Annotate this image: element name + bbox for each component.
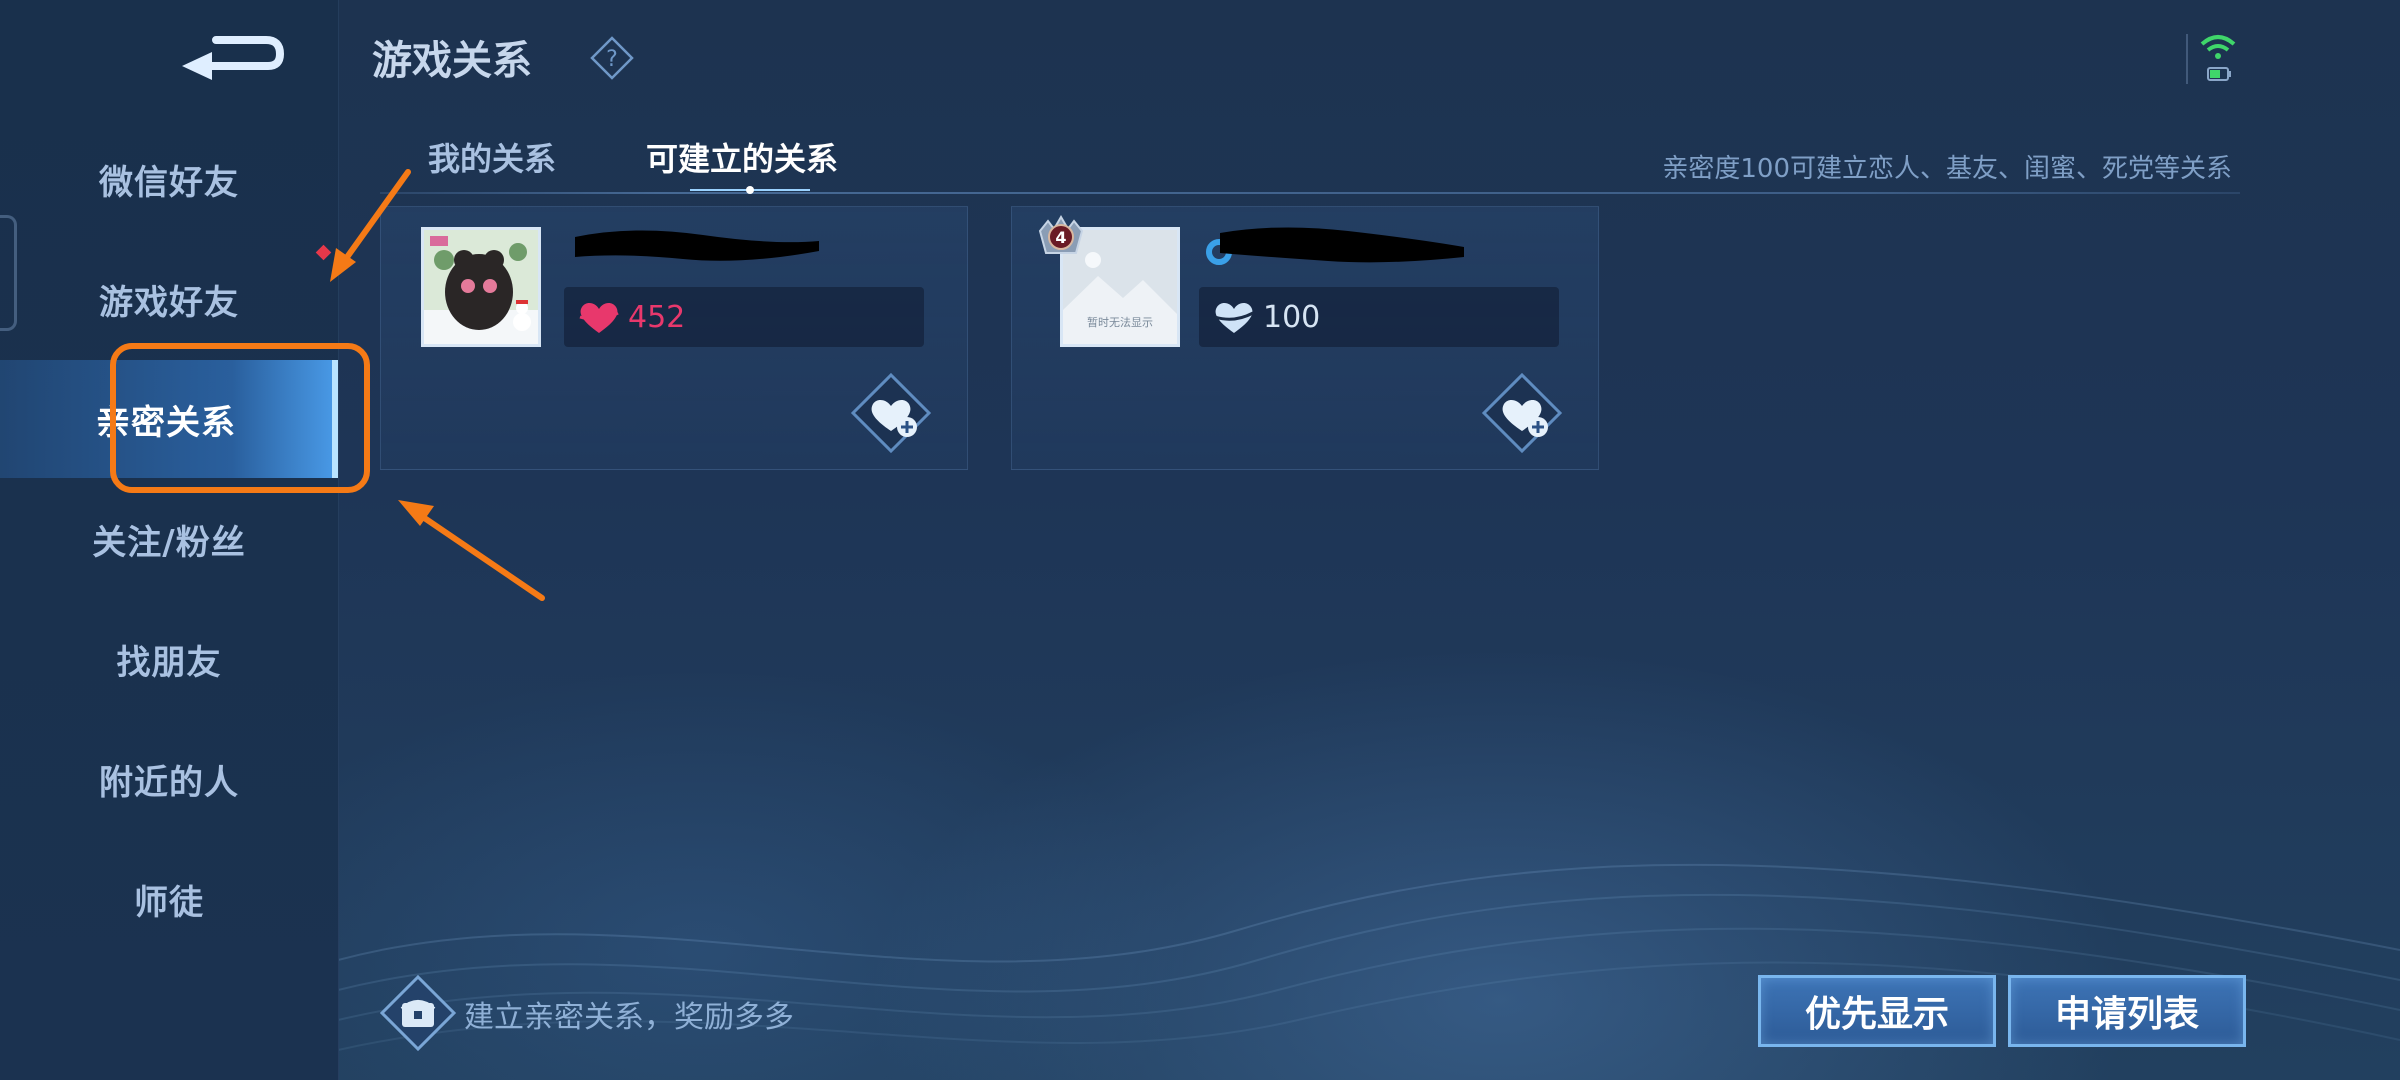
sidebar-item-follow-fans[interactable]: 关注/粉丝 xyxy=(0,480,338,598)
level-badge-icon: 4 xyxy=(1038,215,1084,254)
relation-card: 暂时无法显示 4 100 xyxy=(1011,206,1599,470)
active-tab-indicator xyxy=(690,186,810,194)
sidebar-item-label: 关注/粉丝 xyxy=(92,522,246,563)
avatar-image xyxy=(424,230,538,344)
page-title: 游戏关系 xyxy=(372,38,532,84)
sidebar-item-label: 找朋友 xyxy=(116,642,222,683)
svg-text:?: ? xyxy=(606,47,618,72)
sidebar-item-label: 微信好友 xyxy=(99,162,239,203)
add-relation-button[interactable] xyxy=(1482,373,1562,453)
add-relation-button[interactable] xyxy=(851,373,931,453)
sidebar-item-label: 附近的人 xyxy=(99,762,239,803)
intimacy-value: 100 xyxy=(1263,299,1321,335)
help-icon[interactable]: ? xyxy=(590,36,634,80)
intimacy-bar: 452 xyxy=(564,287,924,347)
sidebar-item-find-friends[interactable]: 找朋友 xyxy=(0,600,338,718)
intimacy-bar: 100 xyxy=(1199,287,1559,347)
relation-hint: 亲密度100可建立恋人、基友、闺蜜、死党等关系 xyxy=(1662,154,2232,184)
sidebar-item-wechat-friends[interactable]: 微信好友 xyxy=(0,120,338,238)
level-badge-number: 4 xyxy=(1055,228,1066,247)
player-name-redacted xyxy=(575,230,819,261)
tabs-divider xyxy=(380,192,2240,194)
sidebar-item-label: 师徒 xyxy=(134,882,204,923)
avatar[interactable] xyxy=(421,227,541,347)
sidebar-item-label: 游戏好友 xyxy=(99,282,239,323)
tab-available-relations[interactable]: 可建立的关系 xyxy=(646,134,838,180)
reward-text: 建立亲密关系，奖励多多 xyxy=(464,1000,794,1035)
annotation-arrow-2 xyxy=(398,500,545,601)
annotation-highlight-box xyxy=(110,343,370,493)
player-name-redacted xyxy=(1220,227,1464,263)
relation-card: 452 xyxy=(380,206,968,470)
sidebar-item-mentor[interactable]: 师徒 xyxy=(0,840,338,958)
avatar-placeholder-text: 暂时无法显示 xyxy=(1087,315,1153,329)
heart-icon xyxy=(1214,303,1254,333)
sidebar-item-game-friends[interactable]: 游戏好友 xyxy=(0,240,338,358)
wifi-battery-icon xyxy=(2200,35,2236,81)
priority-display-button[interactable]: 优先显示 xyxy=(1758,975,1996,1047)
tab-my-relations[interactable]: 我的关系 xyxy=(428,134,556,180)
intimacy-value: 452 xyxy=(628,299,686,335)
sidebar: 微信好友 游戏好友 亲密关系 关注/粉丝 找朋友 附近的人 师徒 xyxy=(0,0,339,1080)
heart-icon xyxy=(579,303,619,333)
reward-chest-icon[interactable] xyxy=(380,975,456,1051)
back-button[interactable] xyxy=(176,26,286,86)
request-list-button[interactable]: 申请列表 xyxy=(2008,975,2246,1047)
sidebar-item-nearby[interactable]: 附近的人 xyxy=(0,720,338,838)
